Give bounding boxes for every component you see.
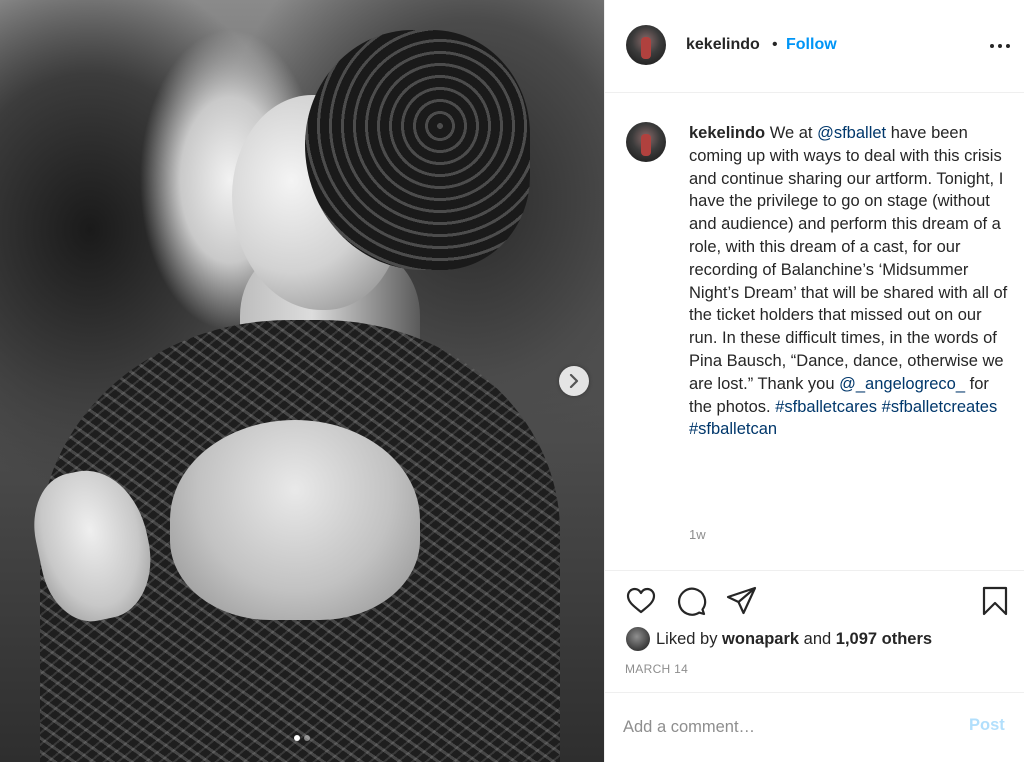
chevron-right-icon [569, 374, 579, 388]
caption-username[interactable]: kekelindo [689, 124, 765, 142]
author-avatar[interactable] [626, 25, 666, 65]
comment-bar: Post [605, 692, 1024, 762]
hashtag-link[interactable]: #sfballetcreates [882, 398, 998, 416]
caption-author-avatar[interactable] [626, 122, 666, 162]
post-photo[interactable] [0, 0, 604, 762]
follow-button[interactable]: Follow [786, 36, 837, 54]
author-username[interactable]: kekelindo [686, 36, 760, 54]
caption-text: have been coming up with ways to deal wi… [689, 124, 1008, 393]
share-icon[interactable] [725, 585, 757, 617]
carousel-next-button[interactable] [559, 366, 589, 396]
bookmark-icon[interactable] [979, 585, 1011, 617]
post-sidebar: kekelindo • Follow kekelindo We at @sfba… [604, 0, 1024, 762]
post-comment-button[interactable]: Post [969, 716, 1005, 735]
heart-icon[interactable] [625, 585, 657, 617]
carousel-dots [0, 735, 604, 741]
more-options-icon[interactable] [989, 38, 1011, 54]
likes-count-link[interactable]: 1,097 others [836, 630, 932, 648]
action-bar [605, 570, 1024, 630]
likes-summary: Liked by wonapark and 1,097 others [656, 630, 932, 649]
mention-link[interactable]: @_angelogreco_ [839, 375, 965, 393]
likes-prefix: Liked by [656, 630, 723, 648]
hashtag-link[interactable]: #sfballetcan [689, 420, 777, 438]
liker-username[interactable]: wonapark [722, 630, 799, 648]
header-separator: • [772, 36, 778, 53]
post-date[interactable]: MARCH 14 [625, 662, 688, 676]
post-caption: kekelindo We at @sfballet have been comi… [689, 122, 1011, 441]
photo-chest [170, 420, 420, 620]
carousel-dot [304, 735, 310, 741]
comment-input[interactable] [623, 713, 953, 741]
caption-timestamp[interactable]: 1w [689, 527, 706, 542]
liker-avatar[interactable] [626, 627, 650, 651]
hashtag-link[interactable]: #sfballetcares [775, 398, 877, 416]
likes-middle: and [799, 630, 836, 648]
mention-link[interactable]: @sfballet [817, 124, 886, 142]
caption-text: We at [765, 124, 818, 142]
comment-icon[interactable] [675, 585, 707, 617]
carousel-dot-active [294, 735, 300, 741]
post-header: kekelindo • Follow [605, 0, 1024, 93]
